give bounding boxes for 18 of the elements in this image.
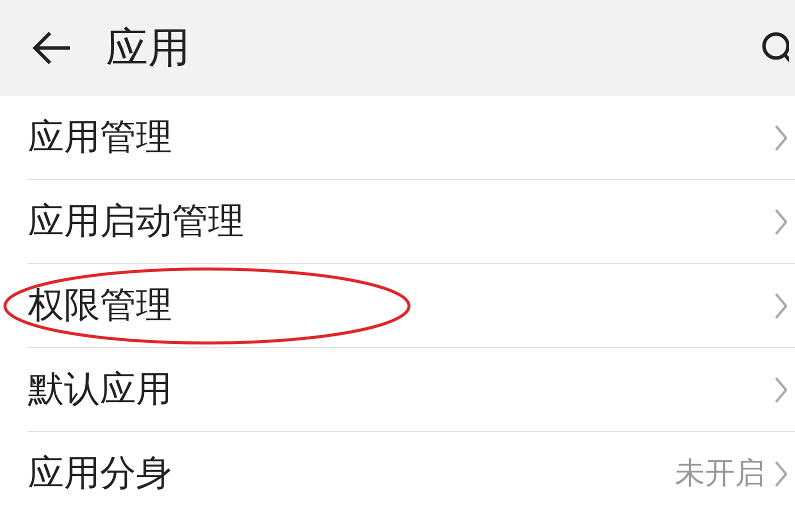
settings-item[interactable]: 默认应用 — [28, 348, 795, 432]
settings-item[interactable]: 权限管理 — [28, 264, 795, 348]
item-label: 应用启动管理 — [28, 200, 245, 244]
chevron-icon — [775, 292, 787, 318]
settings-item[interactable]: 应用管理 — [28, 96, 795, 180]
item-label: 默认应用 — [28, 368, 173, 412]
settings-item[interactable]: 应用启动管理 — [28, 180, 795, 264]
item-value: 未开启 — [675, 455, 765, 493]
item-label: 应用分身 — [28, 452, 173, 496]
chevron-icon — [775, 376, 787, 402]
settings-item[interactable]: 应用分身 未开启 — [28, 432, 795, 514]
chevron-icon — [775, 460, 787, 486]
page-title: 应用 — [106, 22, 191, 74]
back-arrow-icon[interactable] — [32, 31, 72, 65]
chevron-icon — [775, 208, 787, 234]
item-label: 应用管理 — [28, 116, 173, 160]
chevron-icon — [775, 124, 787, 150]
item-label: 权限管理 — [28, 284, 173, 328]
